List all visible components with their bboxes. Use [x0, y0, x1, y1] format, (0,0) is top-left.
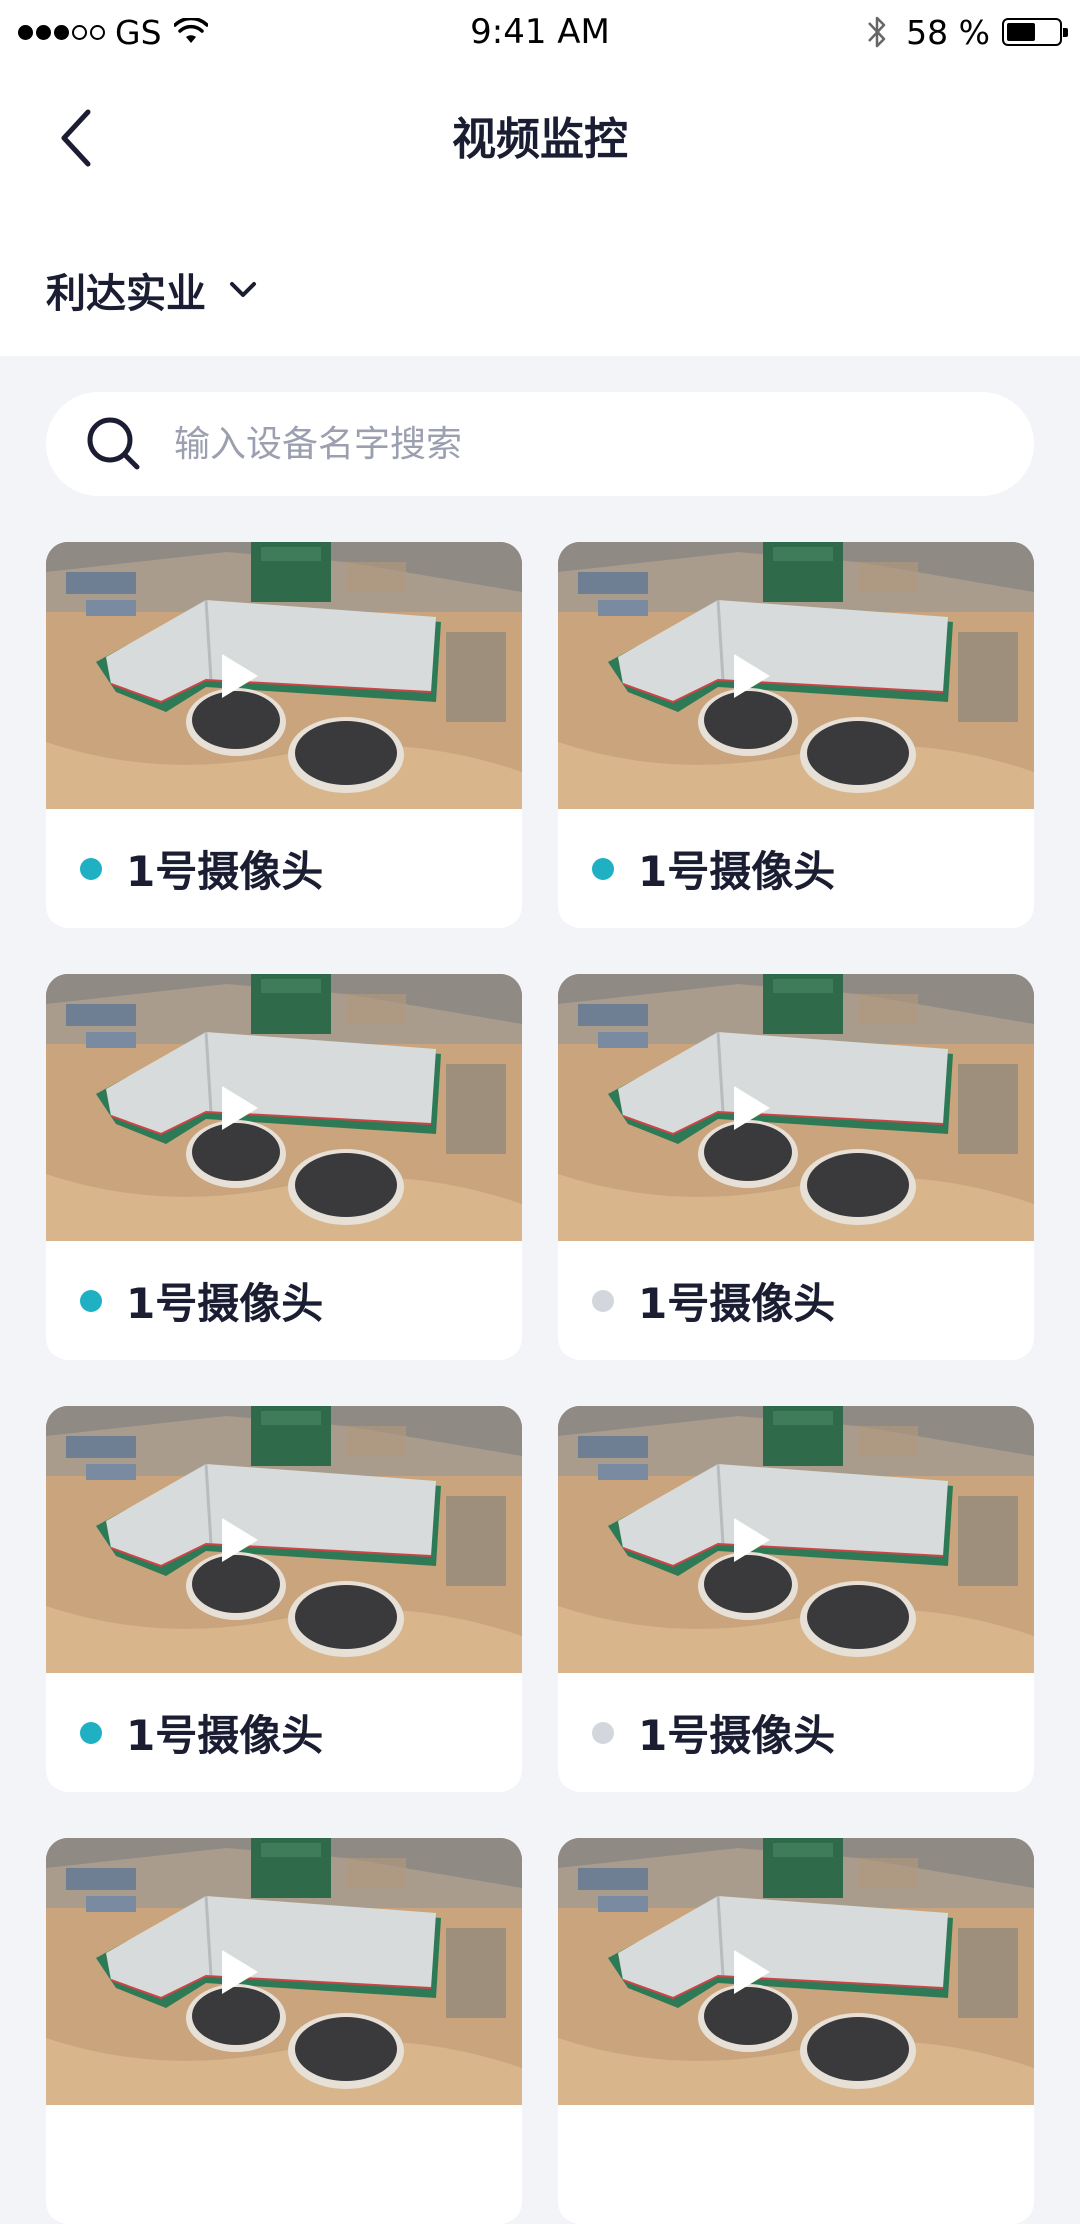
status-dot: [80, 857, 102, 880]
camera-name: 1号摄像头: [638, 1711, 836, 1760]
status-bar: GS 9:41 AM 58 %: [0, 0, 1080, 64]
camera-card[interactable]: [46, 1838, 522, 2224]
camera-thumbnail[interactable]: [558, 542, 1034, 809]
status-dot: [592, 1289, 614, 1312]
camera-card-footer: 1号摄像头: [558, 1241, 1034, 1360]
camera-thumbnail[interactable]: [46, 1838, 522, 2105]
bluetooth-icon: [868, 16, 886, 48]
chevron-down-icon: [230, 282, 256, 297]
battery-icon: [1002, 18, 1068, 46]
status-dot: [80, 1289, 102, 1312]
camera-card[interactable]: 1号摄像头: [558, 1406, 1034, 1792]
camera-thumbnail[interactable]: [558, 1406, 1034, 1673]
camera-card[interactable]: 1号摄像头: [46, 1406, 522, 1792]
camera-thumbnail[interactable]: [558, 974, 1034, 1241]
camera-thumbnail[interactable]: [558, 1838, 1034, 2105]
status-dot: [80, 1721, 102, 1744]
camera-card-footer: 1号摄像头: [46, 1241, 522, 1360]
camera-card[interactable]: 1号摄像头: [46, 542, 522, 928]
battery-percent: 58 %: [906, 12, 990, 52]
camera-card[interactable]: 1号摄像头: [558, 542, 1034, 928]
camera-name: 1号摄像头: [126, 1711, 324, 1760]
search-bar[interactable]: [46, 392, 1034, 496]
camera-thumbnail[interactable]: [46, 974, 522, 1241]
status-right: 58 %: [866, 8, 1068, 56]
status-dot: [592, 857, 614, 880]
company-dropdown[interactable]: 利达实业: [46, 260, 260, 320]
camera-card[interactable]: 1号摄像头: [558, 974, 1034, 1360]
camera-card-footer: 1号摄像头: [46, 1673, 522, 1792]
header-area: GS 9:41 AM 58 % 视频监控 利达实业: [0, 0, 1080, 356]
search-input[interactable]: [172, 414, 932, 474]
camera-card-footer: 1号摄像头: [558, 809, 1034, 928]
camera-name: 1号摄像头: [638, 1279, 836, 1328]
camera-name: 1号摄像头: [126, 847, 324, 896]
camera-card[interactable]: 1号摄像头: [46, 974, 522, 1360]
camera-name: 1号摄像头: [126, 1279, 324, 1328]
camera-grid: 1号摄像头 1号摄像头 1号摄像头 1号摄像头 1号摄像头 1号摄像头: [46, 542, 1034, 2224]
company-name: 利达实业: [46, 271, 206, 317]
status-dot: [592, 1721, 614, 1744]
camera-thumbnail[interactable]: [46, 1406, 522, 1673]
search-icon: [87, 417, 140, 470]
camera-thumbnail[interactable]: [46, 542, 522, 809]
page-title: 视频监控: [452, 114, 628, 165]
camera-name: 1号摄像头: [638, 847, 836, 896]
camera-card[interactable]: [558, 1838, 1034, 2224]
camera-card-footer: 1号摄像头: [558, 1673, 1034, 1792]
camera-card-footer: 1号摄像头: [46, 809, 522, 928]
